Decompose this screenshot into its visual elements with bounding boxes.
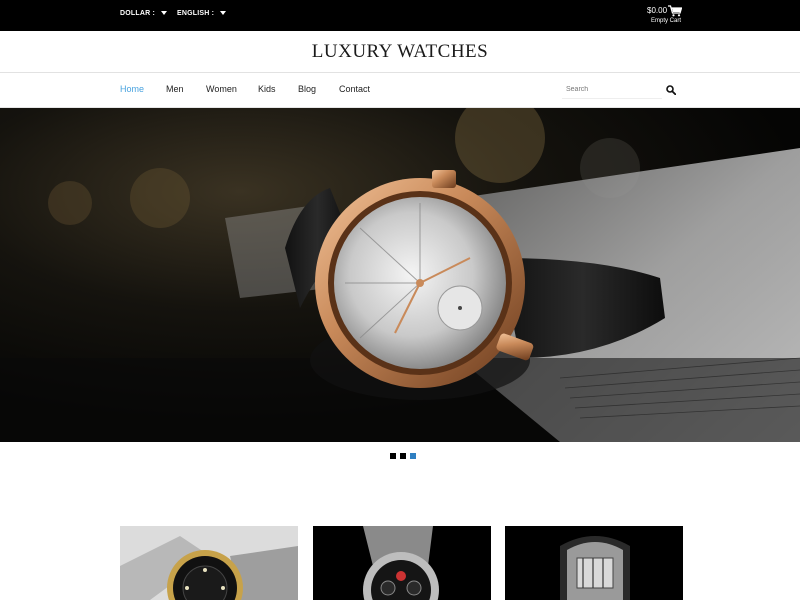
nav-item-blog[interactable]: Blog [298, 84, 316, 94]
currency-label: DOLLAR : [120, 10, 156, 17]
hero-banner[interactable] [0, 108, 800, 442]
product-image-chronograph-watch [313, 526, 491, 600]
slider-dot-1[interactable] [390, 453, 396, 459]
product-card[interactable] [505, 526, 683, 600]
nav-item-home[interactable]: Home [120, 84, 144, 94]
language-selector[interactable]: ENGLISH : [177, 10, 227, 17]
cart-status[interactable]: Empty Cart [651, 18, 681, 24]
currency-selector[interactable]: DOLLAR : [120, 10, 168, 17]
nav-item-women[interactable]: Women [206, 84, 237, 94]
product-card[interactable] [120, 526, 298, 600]
top-bar: DOLLAR : ENGLISH : $0.00 Empty Cart [0, 0, 800, 31]
search-input[interactable] [562, 81, 662, 99]
main-nav: Home Men Women Kids Blog Contact [0, 73, 800, 108]
nav-item-men[interactable]: Men [166, 84, 184, 94]
hero-watch-image [0, 108, 800, 442]
slider-dot-2[interactable] [400, 453, 406, 459]
language-label: ENGLISH : [177, 10, 215, 17]
site-header: LUXURY WATCHES [0, 31, 800, 73]
magnifier-icon[interactable] [666, 85, 676, 95]
slider-dot-3[interactable] [410, 453, 416, 459]
product-image-diver-watch [120, 526, 298, 600]
nav-item-kids[interactable]: Kids [258, 84, 276, 94]
cart-total[interactable]: $0.00 [647, 6, 667, 15]
shopping-cart-icon[interactable] [668, 5, 682, 17]
caret-down-icon [161, 11, 168, 16]
product-card[interactable] [313, 526, 491, 600]
caret-down-icon [220, 11, 227, 16]
nav-item-contact[interactable]: Contact [339, 84, 370, 94]
product-image-skeleton-watch [505, 526, 683, 600]
site-logo[interactable]: LUXURY WATCHES [0, 41, 800, 63]
